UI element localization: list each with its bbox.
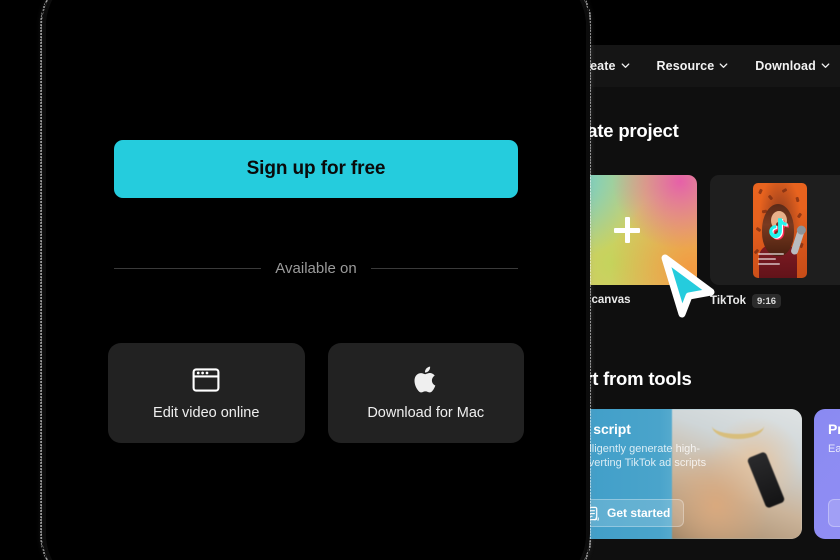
aspect-ratio-badge: 9:16 (752, 294, 782, 308)
sign-up-for-free-label: Sign up for free (246, 158, 386, 179)
download-for-mac-label: Download for Mac (367, 405, 485, 421)
product-tool-title: Product (828, 421, 840, 437)
divider-line-left (114, 267, 262, 269)
create-project-heading: Create project (573, 120, 679, 141)
tiktok-label: TikTok (710, 295, 746, 307)
chevron-down-icon (719, 61, 728, 70)
product-tool-button[interactable] (828, 499, 840, 527)
svg-text:AI: AI (594, 516, 600, 521)
download-for-mac-button[interactable]: Download for Mac (327, 343, 524, 443)
tiktok-logo-icon (769, 218, 791, 242)
nav-item-resource-label: Resource (656, 59, 715, 73)
tool-card-product[interactable]: Product Easily just (814, 409, 840, 539)
phone-screen: Sign up for free Available on Edit video… (46, 0, 586, 560)
ai-script-icon: AI (585, 506, 600, 522)
tiktok-thumbnail[interactable] (710, 175, 840, 285)
nav-item-download[interactable]: Download (755, 59, 830, 73)
chevron-down-icon (621, 61, 630, 70)
phone-mockup: Sign up for free Available on Edit video… (46, 0, 586, 560)
ad-script-get-started-button[interactable]: AI Get started (573, 499, 685, 527)
blank-canvas-label-row: Blank canvas (573, 294, 697, 306)
create-project-cards: Blank canvas (573, 175, 840, 308)
download-options-row: Edit video online Download for Mac (108, 343, 524, 443)
app-panel: Create Resource Download ate project can… (573, 45, 840, 560)
project-card-tiktok[interactable]: TikTok 9:16 (710, 175, 840, 308)
available-on-divider: Available on (114, 258, 519, 278)
chevron-down-icon (821, 61, 830, 70)
start-from-tools-heading: Start from tools (573, 368, 692, 389)
apple-logo-icon (411, 365, 441, 395)
divider-line-right (370, 267, 519, 269)
caption-lines (758, 252, 784, 268)
product-tool-description: Easily just (828, 443, 840, 455)
top-navigation-bar: Create Resource Download (573, 45, 840, 87)
screenshot-root: Create Resource Download ate project can… (0, 0, 840, 560)
tiktok-preview-image (753, 182, 807, 278)
app-panel-body: Create project Blank canvas (573, 87, 840, 560)
edit-video-online-label: Edit video online (153, 405, 260, 421)
nav-item-resource[interactable]: Resource (657, 59, 729, 73)
tiktok-label-row: TikTok 9:16 (710, 294, 840, 308)
sign-up-for-free-button[interactable]: Sign up for free (114, 140, 518, 198)
ad-script-photo (672, 409, 802, 539)
blank-canvas-thumbnail[interactable] (573, 175, 697, 285)
browser-window-icon (191, 365, 221, 395)
app-panel-inner: Create Resource Download ate project can… (573, 45, 840, 560)
necklace-decor (712, 413, 764, 439)
project-card-blank-canvas[interactable]: Blank canvas (573, 175, 697, 308)
plus-icon (614, 217, 640, 243)
product-tube-decor (746, 451, 786, 509)
ad-script-description: Intelligently generate high-converting T… (573, 443, 707, 469)
ad-script-get-started-label: Get started (607, 506, 671, 520)
tool-card-ad-script[interactable]: Ad script Intelligently generate high-co… (573, 409, 802, 539)
edit-video-online-button[interactable]: Edit video online (108, 343, 305, 443)
nav-item-download-label: Download (755, 59, 816, 73)
nav-items: Create Resource Download (576, 45, 830, 87)
available-on-label: Available on (275, 259, 357, 277)
tool-cards: Ad script Intelligently generate high-co… (573, 409, 840, 539)
